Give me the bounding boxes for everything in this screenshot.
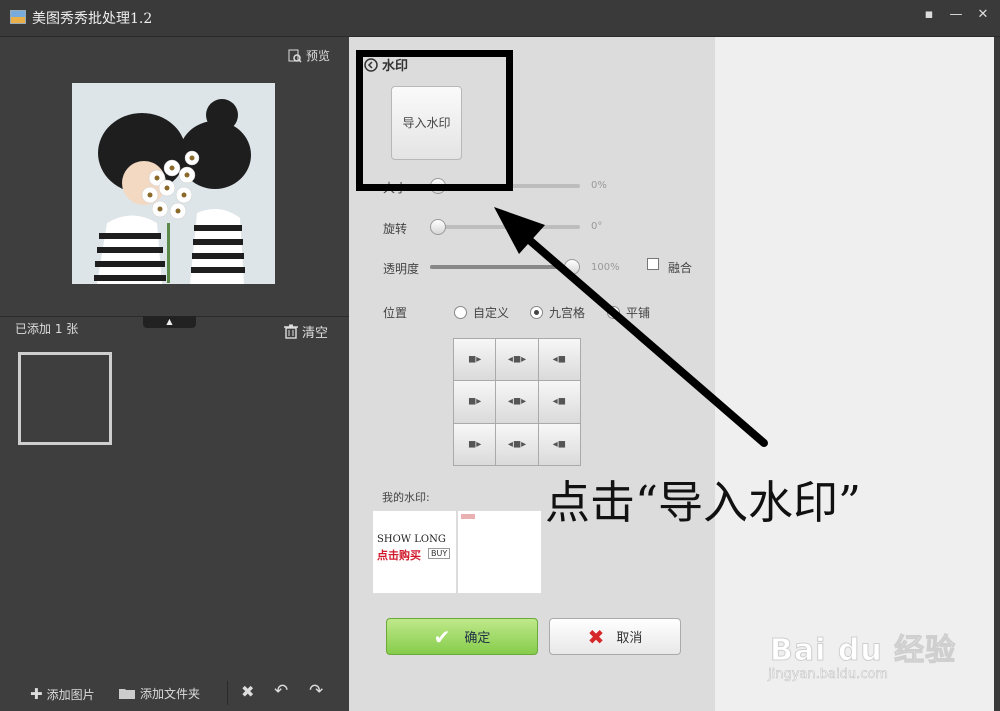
position-middle-left[interactable]: ◼▸ (454, 381, 496, 423)
opacity-knob[interactable] (564, 259, 580, 275)
preview-area (715, 37, 994, 711)
watermark-thumb-2[interactable] (458, 511, 541, 593)
baidu-url: jingyan.baidu.com (768, 667, 888, 683)
cancel-label: 取消 (616, 631, 643, 646)
image-slot[interactable] (18, 352, 112, 445)
position-bottom-right[interactable]: ◂◼ (538, 423, 580, 465)
check-icon: ✔ (433, 624, 451, 649)
add-image-label: 添加图片 (46, 687, 95, 702)
size-value: 0% (591, 180, 607, 191)
plus-icon: ✚ (30, 685, 43, 703)
radio-nine-grid-label: 九宫格 (549, 306, 586, 320)
blend-label: 融合 (668, 261, 693, 275)
position-top-left[interactable]: ◼▸ (454, 339, 496, 381)
add-folder-label: 添加文件夹 (140, 687, 201, 701)
position-top-right[interactable]: ◂◼ (538, 339, 580, 381)
clear-button[interactable]: 清空 (284, 322, 328, 341)
my-watermarks-label: 我的水印: (382, 491, 430, 504)
radio-custom-label: 自定义 (473, 306, 510, 320)
window-border (994, 37, 1000, 711)
cancel-button[interactable]: ✖ 取消 (549, 618, 681, 655)
position-bottom-center[interactable]: ◂◼▸ (496, 423, 538, 465)
rotate-right-icon[interactable]: ↷ (309, 681, 323, 701)
baidu-logo: Bai du 经验 (769, 633, 957, 669)
image-thumbnail (72, 83, 275, 284)
clear-label: 清空 (302, 326, 329, 341)
minimize-button[interactable]: — (947, 6, 965, 24)
position-grid: ◼▸ ◂◼▸ ◂◼ ◼▸ ◂◼▸ ◂◼ ◼▸ ◂◼▸ ◂◼ (453, 338, 581, 466)
opacity-value: 100% (591, 262, 620, 273)
blend-checkbox[interactable] (647, 258, 659, 270)
added-count: 已添加 1 张 (15, 322, 79, 336)
opacity-slider[interactable] (430, 259, 580, 275)
position-top-center[interactable]: ◂◼▸ (496, 339, 538, 381)
add-folder-button[interactable]: 添加文件夹 (118, 685, 200, 702)
collapse-toggle[interactable]: ▲ (143, 316, 196, 328)
preview-label: 预览 (306, 49, 331, 63)
rotate-label: 旋转 (383, 222, 408, 236)
add-image-button[interactable]: ✚ 添加图片 (30, 685, 95, 703)
position-middle-right[interactable]: ◂◼ (538, 381, 580, 423)
folder-icon (119, 689, 135, 699)
position-bottom-left[interactable]: ◼▸ (454, 423, 496, 465)
watermark-mini-mark (461, 514, 475, 519)
preview-icon (288, 49, 302, 63)
watermark-text-2: 点击购买 (377, 549, 421, 562)
highlight-box (356, 50, 513, 191)
left-pane: 预览 ▲ 已添加 1 张 清空 ✚ 添加图片 添加文件夹 ✖ ↶ ↷ (0, 37, 349, 711)
position-center[interactable]: ◂◼▸ (496, 381, 538, 423)
app-icon (10, 10, 26, 24)
watermark-buy-badge: BUY (428, 548, 451, 559)
radio-custom[interactable] (454, 306, 467, 319)
opacity-label: 透明度 (383, 262, 420, 276)
position-label: 位置 (383, 306, 408, 320)
confirm-button[interactable]: ✔ 确定 (386, 618, 538, 655)
annotation-caption: 点击“导入水印” (545, 476, 862, 529)
preview-button[interactable]: 预览 (288, 47, 330, 64)
window-title: 美图秀秀批处理1.2 (32, 11, 153, 27)
radio-tile[interactable] (607, 306, 620, 319)
radio-tile-label: 平铺 (626, 306, 651, 320)
rotate-value: 0° (591, 221, 603, 232)
watermark-text-1: SHOW LONG (377, 534, 446, 545)
confirm-label: 确定 (464, 631, 491, 646)
rotate-left-icon[interactable]: ↶ (274, 681, 288, 701)
bottom-toolbar: ✚ 添加图片 添加文件夹 ✖ ↶ ↷ (0, 673, 349, 711)
rotate-knob[interactable] (430, 219, 446, 235)
close-button[interactable]: ✕ (974, 6, 992, 24)
remove-icon[interactable]: ✖ (241, 682, 254, 701)
opacity-fill (430, 265, 580, 269)
cancel-x-icon: ✖ (587, 624, 605, 649)
feedback-icon[interactable]: ▪ (920, 6, 938, 24)
radio-nine-grid[interactable] (530, 306, 543, 319)
watermark-thumb-1[interactable]: SHOW LONG 点击购买 BUY (373, 511, 456, 593)
toolbar-separator (227, 681, 228, 705)
rotate-slider[interactable] (430, 219, 580, 235)
title-bar: 美图秀秀批处理1.2 ▪ — ✕ (0, 0, 1000, 37)
trash-icon (284, 324, 298, 339)
